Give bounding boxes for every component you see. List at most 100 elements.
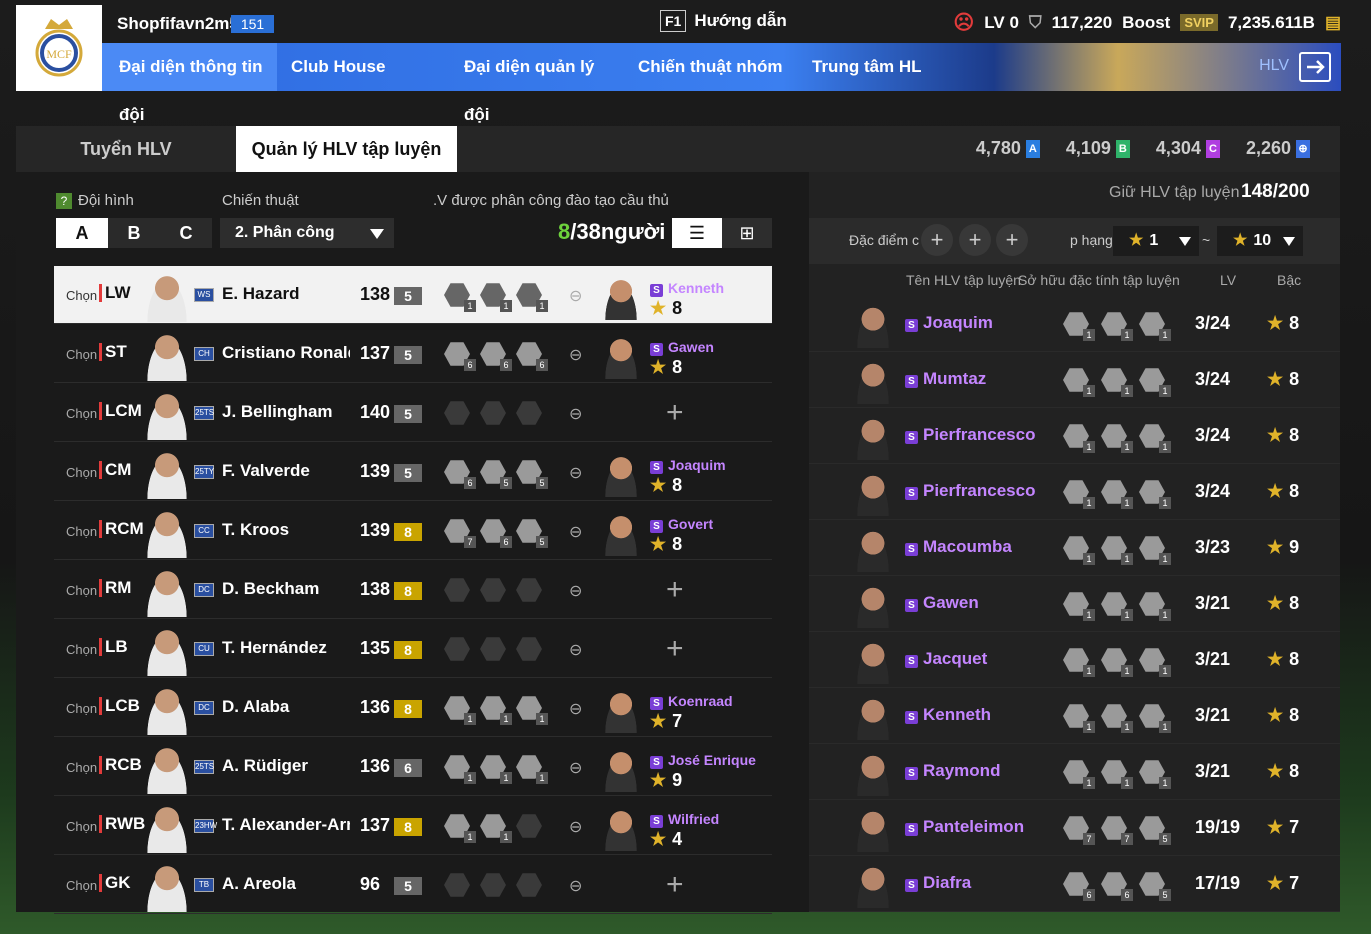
training-slot-icon[interactable] bbox=[516, 636, 542, 662]
club-crest-logo[interactable]: MCF bbox=[16, 5, 102, 91]
coach-name[interactable]: S Govert bbox=[650, 516, 713, 533]
select-label[interactable]: Chọn bbox=[66, 701, 97, 716]
training-slot-icon[interactable]: 1 bbox=[1139, 703, 1171, 733]
guide-button[interactable]: F1 Hướng dẫn bbox=[660, 10, 787, 32]
coach-name[interactable]: S Gawen bbox=[650, 339, 714, 356]
tab-manage-coach[interactable]: Quản lý HLV tập luyện bbox=[236, 126, 457, 172]
training-slot-icon[interactable]: 1 bbox=[1063, 311, 1095, 341]
player-row[interactable]: Chọn RCB 25TS A. Rüdiger 136 6 1 1 1 ⊖ S José Enriq… bbox=[54, 738, 772, 796]
training-slot-icon[interactable]: 6 bbox=[516, 341, 548, 371]
coach-row[interactable]: S Kenneth 1 1 1 3/21 ★ 8 bbox=[809, 688, 1340, 744]
training-slot-icon[interactable]: 1 bbox=[1063, 647, 1095, 677]
training-slot-icon[interactable]: 1 bbox=[1101, 423, 1133, 453]
tab-recruit-coach[interactable]: Tuyển HLV bbox=[16, 126, 236, 172]
help-icon[interactable]: ? bbox=[56, 193, 72, 209]
link-icon[interactable]: ⊖ bbox=[569, 463, 582, 483]
training-slot-icon[interactable]: 1 bbox=[1139, 535, 1171, 565]
training-slot-icon[interactable]: 6 bbox=[444, 459, 476, 489]
training-slot-icon[interactable]: 1 bbox=[1101, 535, 1133, 565]
training-slot-icon[interactable]: 1 bbox=[516, 695, 548, 725]
select-label[interactable]: Chọn bbox=[66, 819, 97, 834]
link-icon[interactable]: ⊖ bbox=[569, 581, 582, 601]
coach-row[interactable]: S Diafra 6 6 5 17/19 ★ 7 bbox=[809, 856, 1340, 912]
coach-row[interactable]: S Raymond 1 1 1 3/21 ★ 8 bbox=[809, 744, 1340, 800]
training-slot-icon[interactable]: 5 bbox=[516, 459, 548, 489]
rank-to-select[interactable]: ★ 10 bbox=[1217, 226, 1303, 256]
tactic-dropdown[interactable]: 2. Phân công bbox=[220, 218, 394, 248]
player-row[interactable]: ChọnST CH Cristiano Ronaldo 1375 6 6 6 ⊖ SGawen★… bbox=[54, 325, 772, 383]
training-slot-icon[interactable]: 1 bbox=[480, 282, 512, 312]
player-row[interactable]: Chọn CM 25TY F. Valverde 139 5 6 5 5 ⊖ S Joaquim ★ 8 bbox=[54, 443, 772, 501]
link-icon[interactable]: ⊖ bbox=[569, 404, 582, 424]
nav-training-center[interactable]: Trung tâm HL bbox=[798, 43, 936, 91]
training-slot-icon[interactable]: 5 bbox=[1139, 815, 1171, 845]
select-label[interactable]: Chọn bbox=[66, 878, 97, 893]
coach-name[interactable]: S Wilfried bbox=[650, 811, 719, 828]
training-slot-icon[interactable]: 6 bbox=[444, 341, 476, 371]
coach-row[interactable]: S Panteleimon 7 7 5 19/19 ★ 7 bbox=[809, 800, 1340, 856]
select-label[interactable]: Chọn bbox=[66, 347, 97, 362]
training-slot-icon[interactable]: 5 bbox=[516, 518, 548, 548]
training-slot-icon[interactable] bbox=[516, 872, 542, 898]
training-slot-icon[interactable] bbox=[516, 400, 542, 426]
add-trait-filter-2[interactable]: + bbox=[959, 224, 991, 256]
training-slot-icon[interactable]: 1 bbox=[480, 695, 512, 725]
training-slot-icon[interactable]: 1 bbox=[1063, 591, 1095, 621]
training-slot-icon[interactable]: 1 bbox=[480, 754, 512, 784]
training-slot-icon[interactable] bbox=[444, 577, 470, 603]
training-slot-icon[interactable]: 1 bbox=[1139, 367, 1171, 397]
training-slot-icon[interactable] bbox=[444, 872, 470, 898]
training-slot-icon[interactable]: 7 bbox=[444, 518, 476, 548]
add-coach-button[interactable]: + bbox=[666, 632, 684, 666]
training-slot-icon[interactable]: 7 bbox=[1063, 815, 1095, 845]
select-label[interactable]: Chọn bbox=[66, 406, 97, 421]
select-label[interactable]: Chọn bbox=[66, 583, 97, 598]
coach-row[interactable]: S Joaquim 1 1 1 3/24 ★ 8 bbox=[809, 296, 1340, 352]
player-row[interactable]: Chọn LW WS E. Hazard 138 5 1 1 1 ⊖ S Kenneth ★ 8 bbox=[54, 266, 772, 324]
nav-group-tactics[interactable]: Chiến thuật nhóm bbox=[624, 43, 798, 91]
select-label[interactable]: Chọn bbox=[66, 465, 97, 480]
training-slot-icon[interactable]: 1 bbox=[1101, 479, 1133, 509]
coach-name[interactable]: S Koenraad bbox=[650, 693, 733, 710]
select-label[interactable]: Chọn bbox=[66, 288, 97, 303]
training-slot-icon[interactable]: 1 bbox=[516, 282, 548, 312]
training-slot-icon[interactable]: 1 bbox=[1063, 703, 1095, 733]
rank-from-select[interactable]: ★ 1 bbox=[1113, 226, 1199, 256]
training-slot-icon[interactable]: 5 bbox=[480, 459, 512, 489]
add-coach-button[interactable]: + bbox=[666, 396, 684, 430]
link-icon[interactable]: ⊖ bbox=[569, 522, 582, 542]
link-icon[interactable]: ⊖ bbox=[569, 640, 582, 660]
select-label[interactable]: Chọn bbox=[66, 524, 97, 539]
formation-c[interactable]: C bbox=[160, 218, 212, 248]
training-slot-icon[interactable] bbox=[480, 636, 506, 662]
training-slot-icon[interactable]: 1 bbox=[444, 695, 476, 725]
training-slot-icon[interactable]: 1 bbox=[1101, 367, 1133, 397]
list-view-icon[interactable]: ☰ bbox=[672, 218, 722, 248]
training-slot-icon[interactable]: 7 bbox=[1101, 815, 1133, 845]
add-coach-button[interactable]: + bbox=[666, 573, 684, 607]
training-slot-icon[interactable]: 1 bbox=[1101, 703, 1133, 733]
training-slot-icon[interactable] bbox=[516, 577, 542, 603]
select-label[interactable]: Chọn bbox=[66, 642, 97, 657]
pitch-view-icon[interactable]: ⊞ bbox=[722, 218, 772, 248]
training-slot-icon[interactable] bbox=[444, 636, 470, 662]
player-row[interactable]: Chọn GK TB A. Areola 96 5 ⊖ + bbox=[54, 856, 772, 914]
training-slot-icon[interactable]: 1 bbox=[1063, 367, 1095, 397]
training-slot-icon[interactable]: 1 bbox=[1101, 647, 1133, 677]
player-row[interactable]: Chọn LCB DC D. Alaba 136 8 1 1 1 ⊖ S Koenraad ★ 7 bbox=[54, 679, 772, 737]
formation-b[interactable]: B bbox=[108, 218, 160, 248]
training-slot-icon[interactable]: 6 bbox=[1101, 871, 1133, 901]
training-slot-icon[interactable]: 1 bbox=[1139, 591, 1171, 621]
add-trait-filter-1[interactable]: + bbox=[921, 224, 953, 256]
add-coach-button[interactable]: + bbox=[666, 868, 684, 902]
coach-name[interactable]: S Joaquim bbox=[650, 457, 726, 474]
player-row[interactable]: Chọn RM DC D. Beckham 138 8 ⊖ + bbox=[54, 561, 772, 619]
training-slot-icon[interactable]: 1 bbox=[1063, 423, 1095, 453]
coach-row[interactable]: S Pierfrancesco 1 1 1 3/24 ★ 8 bbox=[809, 408, 1340, 464]
coach-name[interactable]: S Kenneth bbox=[650, 280, 724, 297]
training-slot-icon[interactable]: 1 bbox=[1101, 759, 1133, 789]
formation-a[interactable]: A bbox=[56, 218, 108, 248]
select-label[interactable]: Chọn bbox=[66, 760, 97, 775]
nav-club-house[interactable]: Club House bbox=[277, 43, 450, 91]
training-slot-icon[interactable]: 1 bbox=[1063, 759, 1095, 789]
